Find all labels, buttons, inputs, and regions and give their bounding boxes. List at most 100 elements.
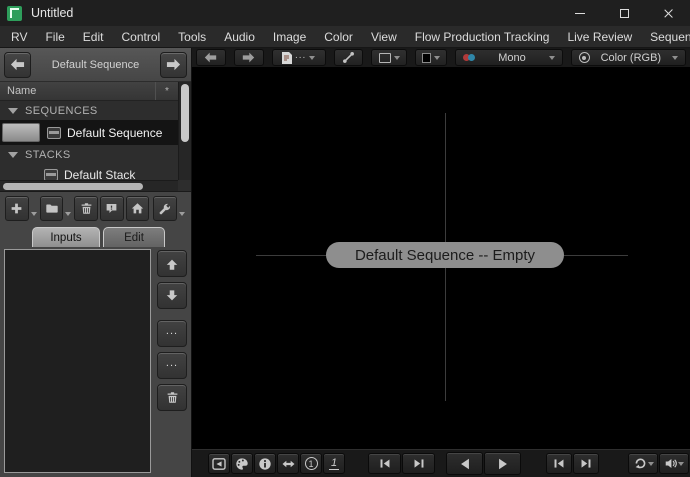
tree-horizontal-scrollbar[interactable] bbox=[0, 180, 178, 191]
arrow-right-icon bbox=[166, 57, 181, 72]
session-document-button[interactable]: ... bbox=[272, 49, 326, 66]
info-icon bbox=[258, 457, 272, 471]
session-toolbar bbox=[0, 192, 191, 225]
wipe-tool-button[interactable] bbox=[334, 49, 364, 66]
open-folder-button[interactable] bbox=[40, 196, 64, 221]
mask-button[interactable] bbox=[371, 49, 407, 66]
app-icon bbox=[7, 6, 22, 21]
loop-icon bbox=[633, 457, 648, 470]
annotation-button[interactable] bbox=[100, 196, 124, 221]
menu-flow-production-tracking[interactable]: Flow Production Tracking bbox=[406, 28, 559, 46]
tree-group-stacks[interactable]: STACKS bbox=[0, 145, 178, 164]
menu-live-review[interactable]: Live Review bbox=[558, 28, 641, 46]
inputs-list[interactable] bbox=[4, 249, 151, 473]
viewer-canvas[interactable]: Default Sequence -- Empty bbox=[192, 68, 690, 449]
menu-bar: RV File Edit Control Tools Audio Image C… bbox=[0, 26, 690, 48]
tree-group-sequences[interactable]: SEQUENCES bbox=[0, 101, 178, 120]
trash-icon bbox=[166, 391, 179, 404]
frame-timer-button[interactable]: 1 bbox=[300, 453, 322, 474]
go-to-end-button[interactable] bbox=[573, 453, 599, 474]
move-down-button[interactable] bbox=[157, 282, 187, 309]
stereo-dropdown-caret-icon[interactable] bbox=[549, 56, 555, 60]
panel-tabs: Inputs Edit bbox=[0, 225, 191, 247]
delete-button[interactable] bbox=[74, 196, 98, 221]
maximize-button[interactable] bbox=[602, 0, 646, 26]
close-button[interactable] bbox=[646, 0, 690, 26]
window-controls bbox=[558, 0, 690, 26]
collapse-triangle-icon[interactable] bbox=[8, 152, 18, 158]
tree-item-default-sequence[interactable]: Default Sequence bbox=[0, 120, 178, 145]
tree-body: SEQUENCES Default Sequence STACKS Defaul… bbox=[0, 101, 191, 186]
add-dropdown-caret-icon[interactable] bbox=[31, 212, 37, 216]
menu-file[interactable]: File bbox=[36, 28, 73, 46]
menu-view[interactable]: View bbox=[362, 28, 406, 46]
menu-color[interactable]: Color bbox=[315, 28, 362, 46]
current-view-label: Default Sequence bbox=[31, 59, 160, 71]
info-button[interactable] bbox=[254, 453, 276, 474]
play-backward-icon bbox=[458, 457, 472, 471]
home-button[interactable] bbox=[126, 196, 150, 221]
audio-button[interactable] bbox=[659, 453, 689, 474]
play-forward-icon bbox=[496, 457, 510, 471]
step-back-button[interactable] bbox=[368, 453, 401, 474]
color-tools-button[interactable] bbox=[231, 453, 253, 474]
menu-audio[interactable]: Audio bbox=[215, 28, 264, 46]
loop-mode-button[interactable] bbox=[628, 453, 658, 474]
view-forward-button[interactable] bbox=[234, 49, 264, 66]
more-options-button-2[interactable]: ... bbox=[157, 352, 187, 379]
rv-window: Untitled RV File Edit Control Tools Audi… bbox=[0, 0, 690, 477]
timeline-toggle-button[interactable] bbox=[208, 453, 230, 474]
tree-item-label: Default Sequence bbox=[67, 126, 162, 140]
scrollbar-thumb[interactable] bbox=[3, 183, 143, 190]
tree-column-name[interactable]: Name bbox=[0, 82, 156, 100]
remove-input-button[interactable] bbox=[157, 384, 187, 411]
tree-vertical-scrollbar[interactable] bbox=[178, 82, 191, 180]
menu-image[interactable]: Image bbox=[264, 28, 315, 46]
loop-dropdown-caret-icon[interactable] bbox=[648, 462, 654, 466]
home-icon bbox=[131, 202, 144, 215]
menu-edit[interactable]: Edit bbox=[74, 28, 113, 46]
main-split: Default Sequence Name * SEQUENCES bbox=[0, 48, 690, 477]
tab-edit[interactable]: Edit bbox=[103, 227, 165, 247]
channel-display-select[interactable]: Color (RGB) bbox=[571, 49, 686, 66]
document-dropdown-caret-icon[interactable] bbox=[309, 56, 315, 60]
channel-dropdown-caret-icon[interactable] bbox=[672, 56, 678, 60]
plus-icon bbox=[10, 202, 23, 215]
play-backward-button[interactable] bbox=[446, 452, 483, 475]
minimize-button[interactable] bbox=[558, 0, 602, 26]
menu-sequence[interactable]: Sequence bbox=[641, 28, 690, 46]
go-to-start-button[interactable] bbox=[546, 453, 572, 474]
next-view-button[interactable] bbox=[160, 52, 187, 78]
prev-view-button[interactable] bbox=[4, 52, 31, 78]
audio-dropdown-caret-icon[interactable] bbox=[678, 462, 684, 466]
frame-number-button[interactable]: 1 bbox=[323, 453, 345, 474]
menu-rv[interactable]: RV bbox=[2, 28, 36, 46]
move-up-button[interactable] bbox=[157, 250, 187, 277]
step-forward-button[interactable] bbox=[402, 453, 435, 474]
scrollbar-thumb[interactable] bbox=[181, 84, 189, 142]
settings-dropdown-caret-icon[interactable] bbox=[179, 212, 185, 216]
mask-dropdown-caret-icon[interactable] bbox=[394, 56, 400, 60]
in-out-range-button[interactable] bbox=[277, 453, 299, 474]
menu-tools[interactable]: Tools bbox=[169, 28, 215, 46]
menu-control[interactable]: Control bbox=[112, 28, 169, 46]
folder-dropdown-caret-icon[interactable] bbox=[65, 212, 71, 216]
more-options-button-1[interactable]: ... bbox=[157, 320, 187, 347]
matte-dropdown-caret-icon[interactable] bbox=[434, 56, 440, 60]
play-forward-button[interactable] bbox=[484, 452, 521, 475]
stereo-mode-value: Mono bbox=[480, 52, 543, 64]
inputs-side-buttons: ... ... bbox=[153, 247, 191, 477]
matte-swatch-icon bbox=[422, 53, 431, 63]
diagonal-tool-icon bbox=[342, 51, 355, 64]
go-to-start-icon bbox=[552, 457, 566, 470]
add-button[interactable] bbox=[5, 196, 29, 221]
tree-column-flag[interactable]: * bbox=[156, 86, 178, 97]
tab-inputs[interactable]: Inputs bbox=[32, 227, 100, 247]
session-tree: Name * SEQUENCES Default Sequence bbox=[0, 82, 191, 192]
view-back-button[interactable] bbox=[196, 49, 226, 66]
timeline-icon bbox=[212, 458, 226, 470]
stereo-mode-select[interactable]: Mono bbox=[455, 49, 562, 66]
matte-button[interactable] bbox=[415, 49, 447, 66]
settings-button[interactable] bbox=[153, 196, 177, 221]
collapse-triangle-icon[interactable] bbox=[8, 108, 18, 114]
